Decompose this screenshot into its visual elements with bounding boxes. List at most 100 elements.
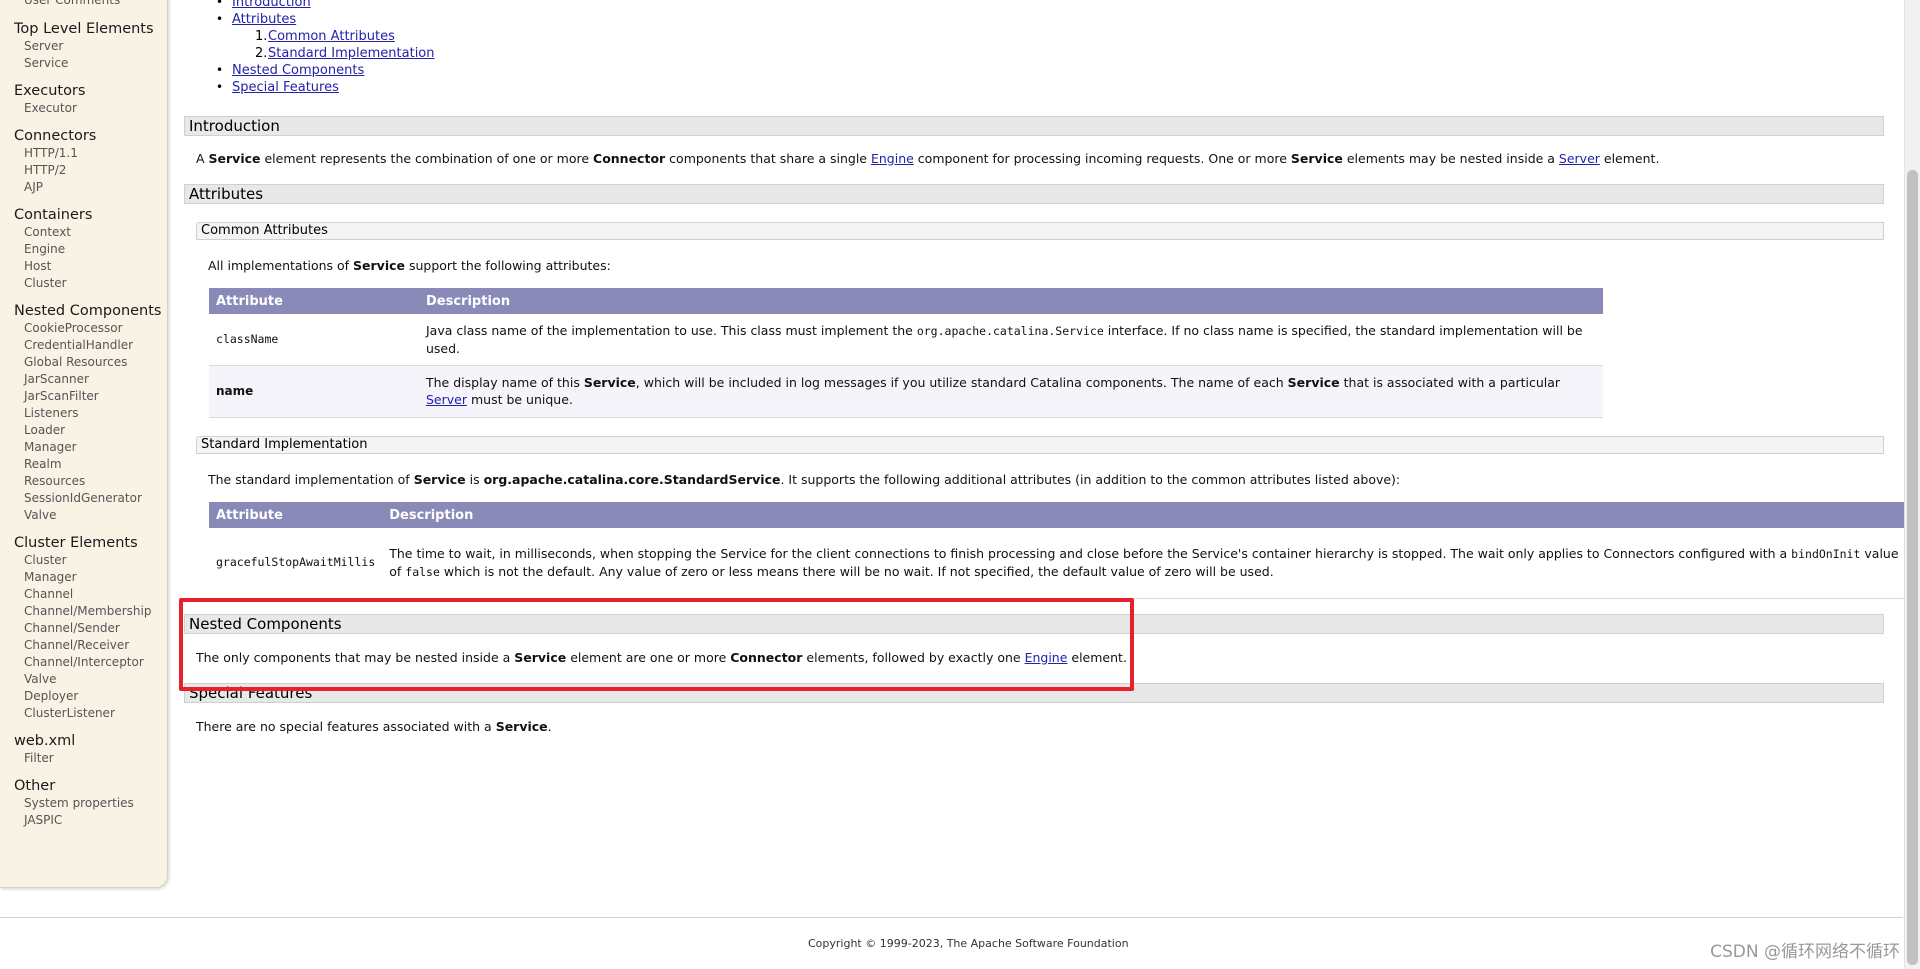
sidebar-item-channel-interceptor[interactable]: Channel/Interceptor [0,654,167,671]
toc-subitem: 2. Standard Implementation [255,45,435,62]
sidebar-item-server[interactable]: Server [0,38,167,55]
sidebar-item-service[interactable]: Service [0,55,167,72]
sidebar-item-cookieprocessor[interactable]: CookieProcessor [0,320,167,337]
column-header-description: Description [382,502,1906,528]
sidebar-item-realm[interactable]: Realm [0,456,167,473]
sidebar-item-host[interactable]: Host [0,258,167,275]
sidebar-item-credentialhandler[interactable]: CredentialHandler [0,337,167,354]
subsection-heading-standard-implementation: Standard Implementation [196,436,1884,454]
sidebar-item-filter[interactable]: Filter [0,750,167,767]
toc-number: 2. [255,46,268,61]
introduction-text: A Service element represents the combina… [196,151,1660,166]
nested-components-text: The only components that may be nested i… [196,650,1127,665]
table-header-row: Attribute Description [209,502,1906,528]
toc-link-common-attributes[interactable]: Common Attributes [268,29,395,44]
sidebar-group: Executors Executor [0,82,167,117]
csdn-watermark: CSDN @循环网络不循环 [1710,942,1900,962]
sidebar-item-system-properties[interactable]: System properties [0,795,167,812]
sidebar-group: Connectors HTTP/1.1 HTTP/2 AJP [0,127,167,196]
toc-link-standard-implementation[interactable]: Standard Implementation [268,46,435,61]
sidebar-item-sessionidgenerator[interactable]: SessionIdGenerator [0,490,167,507]
sidebar-item-executor[interactable]: Executor [0,100,167,117]
table-row: className Java class name of the impleme… [209,314,1603,366]
sidebar-group-title: Other [14,778,56,794]
sidebar-item-deployer[interactable]: Deployer [0,688,167,705]
highlight-annotation-box [179,598,1134,691]
footer-copyright: Copyright © 1999-2023, The Apache Softwa… [808,937,1129,950]
attribute-name: gracefulStopAwaitMillis [209,528,383,599]
toc-link-introduction[interactable]: Introduction [232,0,311,10]
sidebar-item-engine[interactable]: Engine [0,241,167,258]
sidebar-item-context[interactable]: Context [0,224,167,241]
server-link[interactable]: Server [426,392,467,407]
sidebar-item-jarscanner[interactable]: JarScanner [0,371,167,388]
section-heading-nested-components: Nested Components [184,614,1884,634]
sidebar-item-http11[interactable]: HTTP/1.1 [0,145,167,162]
sidebar-group: Containers Context Engine Host Cluster [0,206,167,292]
sidebar-group-title: Connectors [14,128,97,144]
section-heading-introduction: Introduction [184,116,1884,136]
attribute-name: name [209,365,419,418]
section-heading-special-features: Special Features [184,683,1884,703]
sidebar-group-title: Nested Components [14,303,162,319]
toc-link-nested-components[interactable]: Nested Components [232,63,364,78]
column-header-description: Description [419,288,1603,314]
engine-link[interactable]: Engine [1025,650,1068,665]
sidebar-item-cluster-manager[interactable]: Manager [0,569,167,586]
vertical-scrollbar[interactable] [1904,0,1920,969]
sidebar-item-clusterlistener[interactable]: ClusterListener [0,705,167,722]
sidebar-group: web.xml Filter [0,732,167,767]
toc-link-attributes[interactable]: Attributes [232,12,296,27]
sidebar-item-user-comments[interactable]: User Comments [0,0,120,9]
standard-implementation-intro: The standard implementation of Service i… [208,472,1401,487]
toc-item: Attributes [216,11,296,28]
attribute-description: The time to wait, in milliseconds, when … [382,528,1906,599]
sidebar-item-listeners[interactable]: Listeners [0,405,167,422]
sidebar-item-jarscanfilter[interactable]: JarScanFilter [0,388,167,405]
sidebar-groups: Top Level Elements Server Service Execut… [0,20,167,829]
sidebar-item-resources[interactable]: Resources [0,473,167,490]
sidebar-item-loader[interactable]: Loader [0,422,167,439]
sidebar-group: Top Level Elements Server Service [0,20,167,72]
page: User Comments Top Level Elements Server … [0,0,1920,969]
sidebar-group: Nested Components CookieProcessor Creden… [0,302,167,524]
sidebar-group: Other System properties JASPIC [0,777,167,829]
column-header-attribute: Attribute [209,502,383,528]
common-attributes-table: Attribute Description className Java cla… [209,288,1603,418]
sidebar-item-ajp[interactable]: AJP [0,179,167,196]
sidebar-item-channel[interactable]: Channel [0,586,167,603]
sidebar-group-title: web.xml [14,733,76,749]
sidebar-item-cluster-el[interactable]: Cluster [0,552,167,569]
sidebar-item-channel-sender[interactable]: Channel/Sender [0,620,167,637]
sidebar-group: Cluster Elements Cluster Manager Channel… [0,534,167,722]
sidebar-group-title: Cluster Elements [14,535,138,551]
table-row: name The display name of this Service, w… [209,365,1603,418]
server-link[interactable]: Server [1559,151,1600,166]
column-header-attribute: Attribute [209,288,419,314]
subsection-heading-common-attributes: Common Attributes [196,222,1884,240]
toc-number: 1. [255,29,268,44]
sidebar-item-global-resources[interactable]: Global Resources [0,354,167,371]
sidebar-item-channel-receiver[interactable]: Channel/Receiver [0,637,167,654]
toc-item: Introduction [216,0,311,11]
toc-subitem: 1. Common Attributes [255,28,395,45]
attribute-description: The display name of this Service, which … [419,365,1603,418]
table-row: gracefulStopAwaitMillis The time to wait… [209,528,1906,599]
engine-link[interactable]: Engine [871,151,914,166]
sidebar-group-title: Top Level Elements [14,21,154,37]
sidebar-nav: User Comments Top Level Elements Server … [0,0,168,888]
toc-link-special-features[interactable]: Special Features [232,80,339,95]
sidebar-item-manager[interactable]: Manager [0,439,167,456]
sidebar-item-cluster-valve[interactable]: Valve [0,671,167,688]
sidebar-group-title: Containers [14,207,93,223]
sidebar-item-cluster[interactable]: Cluster [0,275,167,292]
sidebar-item-http2[interactable]: HTTP/2 [0,162,167,179]
footer-divider [0,917,1903,918]
sidebar-item-valve[interactable]: Valve [0,507,167,524]
special-features-text: There are no special features associated… [196,719,552,734]
attribute-description: Java class name of the implementation to… [419,314,1603,366]
sidebar-item-jaspic[interactable]: JASPIC [0,812,167,829]
common-attributes-intro: All implementations of Service support t… [208,258,611,273]
sidebar-item-channel-membership[interactable]: Channel/Membership [0,603,167,620]
scrollbar-thumb[interactable] [1907,170,1918,965]
